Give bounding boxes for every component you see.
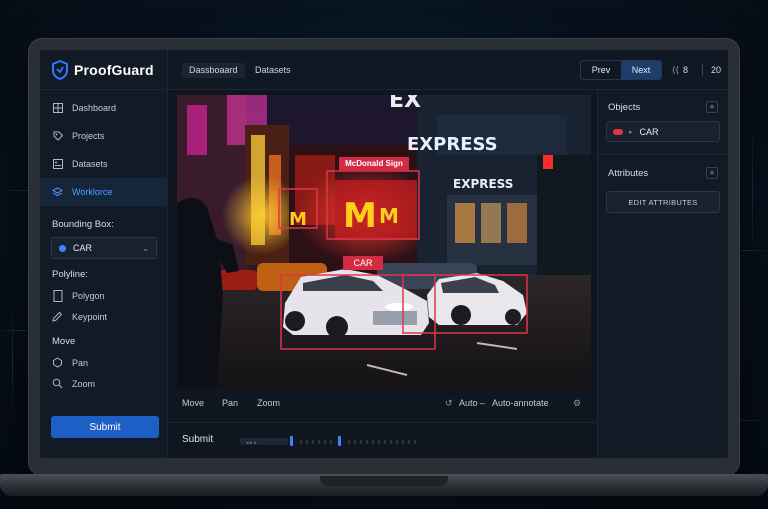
svg-text:M: M (379, 204, 399, 228)
bounding-box-select[interactable]: CAR ⌄ (51, 237, 157, 259)
objects-title: Objects (608, 101, 641, 113)
tool-label: Zoom (72, 378, 96, 389)
tab-datasets[interactable]: Datasets (248, 63, 298, 78)
street-scene-image: M M M EX EXPRESS EXPRESS (177, 95, 591, 388)
object-item-car[interactable]: ▸ CAR (606, 121, 720, 142)
bounding-box-value: CAR (73, 243, 93, 253)
sidebar-item-label: Projects (72, 131, 105, 141)
pager: Prev Next (580, 60, 662, 80)
timeline-slider[interactable]: ◂ ▸ ▸ (240, 435, 420, 447)
add-attribute-button[interactable]: + (706, 167, 718, 179)
sidebar-nav: Dashboard Projects Datasets Worklorce (40, 90, 167, 206)
sidebar-item-label: Worklorce (72, 187, 113, 197)
sidebar-item-label: Dashboard (72, 103, 117, 113)
page-total: 20 (711, 65, 722, 75)
right-panel: Objects + ▸ CAR Attributes + EDIT ATTRIB… (597, 90, 728, 458)
divider (598, 154, 728, 155)
search-icon (52, 378, 63, 389)
annotation-label-mcdonald[interactable]: McDonald Sign (339, 158, 409, 170)
toolbar-auto-annotate[interactable]: Auto-annotate (492, 398, 549, 408)
laptop-notch (320, 476, 448, 486)
svg-text:M: M (289, 209, 307, 230)
svg-text:EXPRESS: EXPRESS (453, 177, 513, 191)
rectangle-icon (52, 289, 63, 302)
sidebar-item-datasets[interactable]: Datasets (40, 150, 167, 178)
topbar: Dassboaard Datasets Prev Next ⟨⟨ 8 20 (168, 50, 728, 90)
next-button[interactable]: Next (621, 61, 661, 79)
canvas-toolbar: Move Pan Zoom ↺ Auto – Auto-annotate ⚙ (177, 396, 591, 412)
add-object-button[interactable]: + (706, 101, 718, 113)
sidebar: ProofGuard Dashboard Projects Datasets W… (40, 50, 168, 458)
refresh-icon: ↺ (445, 398, 453, 408)
object-item-label: CAR (639, 126, 659, 137)
chevron-down-icon: ⌄ (142, 243, 149, 253)
object-color-pill (613, 128, 623, 135)
image-icon (52, 159, 63, 170)
brand[interactable]: ProofGuard (40, 50, 167, 90)
page-back-icon[interactable]: ⟨⟨ (672, 65, 679, 76)
svg-text:EXPRESS: EXPRESS (407, 134, 498, 155)
page-indicator: ⟨⟨ 8 20 (672, 62, 721, 78)
tool-label: Pan (72, 357, 89, 368)
sidebar-item-workforce[interactable]: Worklorce (40, 178, 167, 206)
tab-dashboard[interactable]: Dassboaard (182, 63, 245, 78)
divider (702, 64, 704, 76)
app-screen: ProofGuard Dashboard Projects Datasets W… (40, 50, 728, 458)
annotation-label-car[interactable]: CAR (343, 257, 383, 269)
move-label: Move (52, 336, 76, 347)
objects-header: Objects + (598, 93, 728, 121)
tag-icon (52, 131, 63, 142)
prev-button[interactable]: Prev (581, 61, 621, 79)
sidebar-item-projects[interactable]: Projects (40, 122, 167, 150)
class-color-dot (59, 244, 66, 252)
svg-text:M: M (343, 196, 377, 236)
toolbar-zoom[interactable]: Zoom (257, 398, 280, 408)
submit-button[interactable]: Submit (51, 416, 159, 438)
page-current: 8 (683, 65, 689, 75)
bounding-box-label: Bounding Box: (52, 219, 114, 230)
tool-zoom[interactable]: Zoom (40, 373, 167, 394)
toolbar-move[interactable]: Move (182, 398, 204, 408)
bottom-bar: Submit ◂ ▸ ▸ (168, 422, 600, 458)
grid-icon (52, 103, 63, 114)
tool-label: Polygon (72, 290, 105, 301)
attributes-header: Attributes + (598, 159, 728, 187)
sidebar-item-label: Datasets (72, 159, 108, 169)
annotation-canvas[interactable]: M M M EX EXPRESS EXPRESS McDonald Sign C… (177, 95, 591, 388)
tool-pan[interactable]: Pan (40, 352, 167, 373)
tool-label: Keypoint (72, 311, 108, 322)
hand-icon (52, 357, 63, 368)
sidebar-item-dashboard[interactable]: Dashboard (40, 94, 167, 122)
toolbar-pan[interactable]: Pan (222, 398, 238, 408)
tool-polygon[interactable]: Polygon (40, 285, 167, 306)
chevron-right-icon: ▸ (629, 128, 633, 136)
tool-keypoint[interactable]: Keypoint (40, 306, 167, 327)
svg-text:EX: EX (389, 95, 421, 113)
edit-attributes-button[interactable]: EDIT ATTRIBUTES (606, 191, 720, 213)
brand-name: ProofGuard (74, 61, 154, 78)
svg-text:◂ ▸ ▸: ◂ ▸ ▸ (246, 440, 257, 446)
layers-icon (52, 186, 63, 198)
shield-logo-icon (52, 59, 68, 80)
attributes-title: Attributes (608, 167, 649, 179)
bottom-submit-button[interactable]: Submit (182, 434, 213, 445)
settings-icon[interactable]: ⚙ (573, 398, 581, 409)
toolbar-auto[interactable]: Auto – (459, 398, 485, 408)
polyline-label: Polyline: (52, 269, 88, 280)
pencil-icon (52, 311, 63, 322)
